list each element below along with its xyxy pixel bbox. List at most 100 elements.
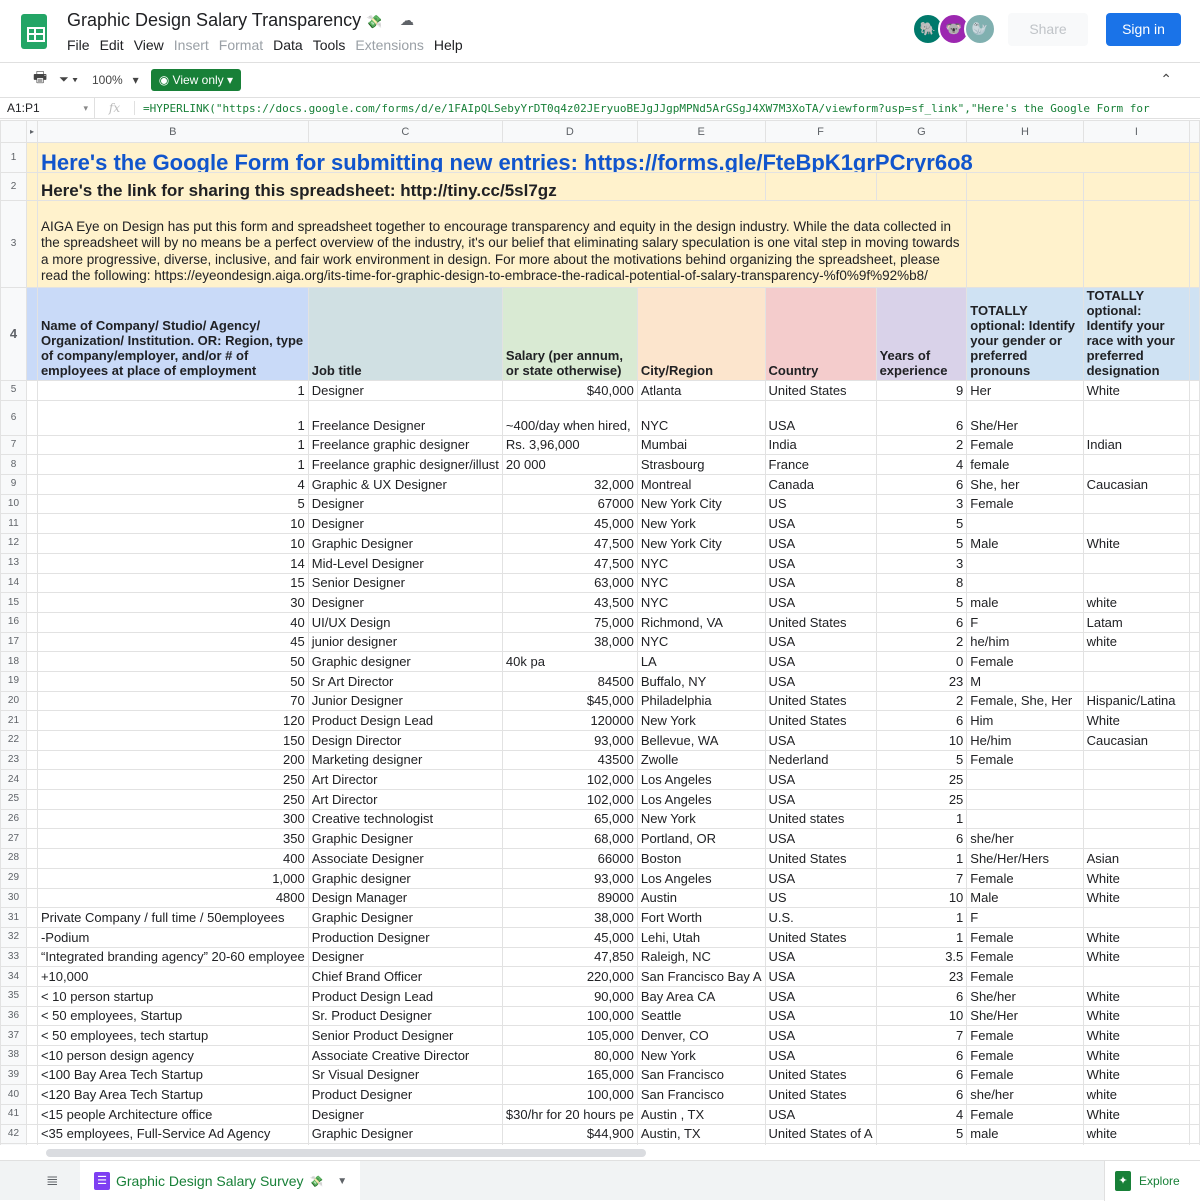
cell-i[interactable]: [1082, 670, 1191, 692]
cell-h[interactable]: She, her: [966, 474, 1084, 495]
cell-b[interactable]: 10: [36, 533, 309, 554]
cell-f[interactable]: USA: [764, 399, 877, 436]
cell[interactable]: [1189, 690, 1200, 712]
cell[interactable]: [1189, 1045, 1200, 1066]
cell-b[interactable]: <50: [36, 1143, 309, 1145]
column-heading[interactable]: Years of experience: [875, 287, 968, 381]
cell-f[interactable]: United States: [764, 926, 877, 948]
cell[interactable]: [1189, 828, 1200, 850]
cell-e[interactable]: Denver, CO: [636, 1025, 766, 1046]
cell-e[interactable]: San Francisco: [636, 1084, 766, 1106]
cell-h[interactable]: Him: [966, 710, 1084, 731]
cell-d[interactable]: 93,000: [501, 730, 638, 751]
cell[interactable]: [1189, 399, 1200, 436]
cell-g[interactable]: 10: [875, 730, 968, 751]
horizontal-scrollbar[interactable]: [44, 1146, 1200, 1160]
cell-d[interactable]: 47,500: [501, 552, 638, 574]
name-box[interactable]: A1:P1 ▾: [0, 98, 95, 118]
cell-e[interactable]: Austin: [636, 887, 766, 909]
cell-b[interactable]: <100 Bay Area Tech Startup: [36, 1064, 309, 1086]
cell-c[interactable]: Senior Designer: [307, 572, 503, 594]
cell[interactable]: [1189, 200, 1200, 288]
row-header[interactable]: 22: [0, 730, 27, 751]
explore-button[interactable]: ✦ Explore: [1104, 1161, 1200, 1201]
cell-g[interactable]: 5: [875, 513, 968, 535]
cell-h[interactable]: Female: [966, 1025, 1084, 1046]
menu-insert[interactable]: Insert: [174, 37, 209, 53]
cell-g[interactable]: 1: [875, 808, 968, 830]
cell-b[interactable]: -Podium: [36, 926, 309, 948]
cell-i[interactable]: [1082, 513, 1191, 535]
cell-c[interactable]: Chief Brand Officer: [307, 966, 503, 987]
cell-e[interactable]: NYC: [636, 552, 766, 574]
cell-b[interactable]: 1,000: [36, 867, 309, 889]
cell[interactable]: [25, 1143, 38, 1145]
cell-i[interactable]: Hispanic/Latina: [1082, 690, 1191, 712]
cell-i[interactable]: White: [1082, 1045, 1191, 1066]
cell-c[interactable]: Graphic Designer: [307, 907, 503, 928]
cell-b[interactable]: 4800: [36, 887, 309, 909]
cell-f[interactable]: USA: [764, 670, 877, 692]
cell[interactable]: [25, 1025, 38, 1046]
column-heading[interactable]: Country: [764, 287, 877, 381]
cell-b[interactable]: < 10 person startup: [36, 985, 309, 1007]
cell-c[interactable]: Sr Visual Designer: [307, 1064, 503, 1086]
cell-g[interactable]: 6: [875, 1084, 968, 1106]
cell-f[interactable]: USA: [764, 1045, 877, 1066]
cell[interactable]: [25, 907, 38, 928]
cell-b[interactable]: 150: [36, 730, 309, 751]
cell-e[interactable]: Raleigh, NC: [636, 946, 766, 968]
column-heading[interactable]: City/Region: [636, 287, 766, 381]
cell-f[interactable]: USA: [764, 828, 877, 850]
cell-e[interactable]: San Francisco Bay A: [636, 966, 766, 987]
cell[interactable]: [1189, 749, 1200, 771]
cell-g[interactable]: 25: [875, 789, 968, 810]
cell-d[interactable]: 43500: [501, 749, 638, 771]
cell-i[interactable]: white: [1082, 1084, 1191, 1106]
cell[interactable]: [1189, 1005, 1200, 1027]
cell-i[interactable]: [1082, 907, 1191, 928]
row-header[interactable]: 29: [0, 867, 27, 889]
cell-e[interactable]: Buffalo, NY: [636, 670, 766, 692]
cell-e[interactable]: New York: [636, 710, 766, 731]
cell-d[interactable]: 45,000: [501, 513, 638, 535]
cell-i[interactable]: White: [1082, 380, 1191, 401]
cell-e[interactable]: Philadelphia: [636, 690, 766, 712]
menu-data[interactable]: Data: [273, 37, 303, 53]
cell-i[interactable]: Latam: [1082, 611, 1191, 633]
cell-f[interactable]: USA: [764, 1005, 877, 1027]
cell-h[interactable]: Female, She, Her: [966, 690, 1084, 712]
cell-c[interactable]: Graphic Designer: [307, 533, 503, 554]
cell-h[interactable]: [966, 808, 1084, 830]
cell-h[interactable]: she/her: [966, 1084, 1084, 1106]
cell-i[interactable]: white: [1082, 592, 1191, 613]
cell-i[interactable]: [1082, 828, 1191, 850]
cell[interactable]: [1189, 926, 1200, 948]
cell[interactable]: [1082, 200, 1191, 288]
cell-h[interactable]: [966, 572, 1084, 594]
cell-c[interactable]: Product Design Lead: [307, 710, 503, 731]
cell[interactable]: [1189, 966, 1200, 987]
column-header-f[interactable]: F: [764, 120, 877, 143]
cell-e[interactable]: New York: [636, 808, 766, 830]
cell[interactable]: [25, 572, 38, 594]
menu-edit[interactable]: Edit: [100, 37, 124, 53]
cell-f[interactable]: USA: [764, 1025, 877, 1046]
spreadsheet-grid[interactable]: ▸ B C D E F G H I 1 Here's the Google Form for su…: [0, 120, 1200, 1145]
cell-h[interactable]: Female: [966, 493, 1084, 515]
sheet-table[interactable]: ▸ B C D E F G H I 1 Here's the Google Form for su…: [0, 120, 1200, 1145]
cell-e[interactable]: Portland, OR: [636, 828, 766, 850]
cell-b[interactable]: < 50 employees, tech startup: [36, 1025, 309, 1046]
form-link-cell[interactable]: Here's the Google Form for submitting ne…: [36, 142, 1191, 173]
cell[interactable]: [25, 552, 38, 574]
cell-f[interactable]: United States: [764, 848, 877, 869]
cell-e[interactable]: Atlanta: [636, 380, 766, 401]
row-header[interactable]: 19: [0, 670, 27, 692]
cell[interactable]: [764, 172, 877, 201]
cell-g[interactable]: 10: [875, 887, 968, 909]
cell[interactable]: [25, 611, 38, 633]
cell-c[interactable]: Mid-Level Designer: [307, 552, 503, 574]
cell-b[interactable]: 1: [36, 380, 309, 401]
row-header[interactable]: 2: [0, 172, 27, 201]
cell-c[interactable]: Marketing designer: [307, 749, 503, 771]
